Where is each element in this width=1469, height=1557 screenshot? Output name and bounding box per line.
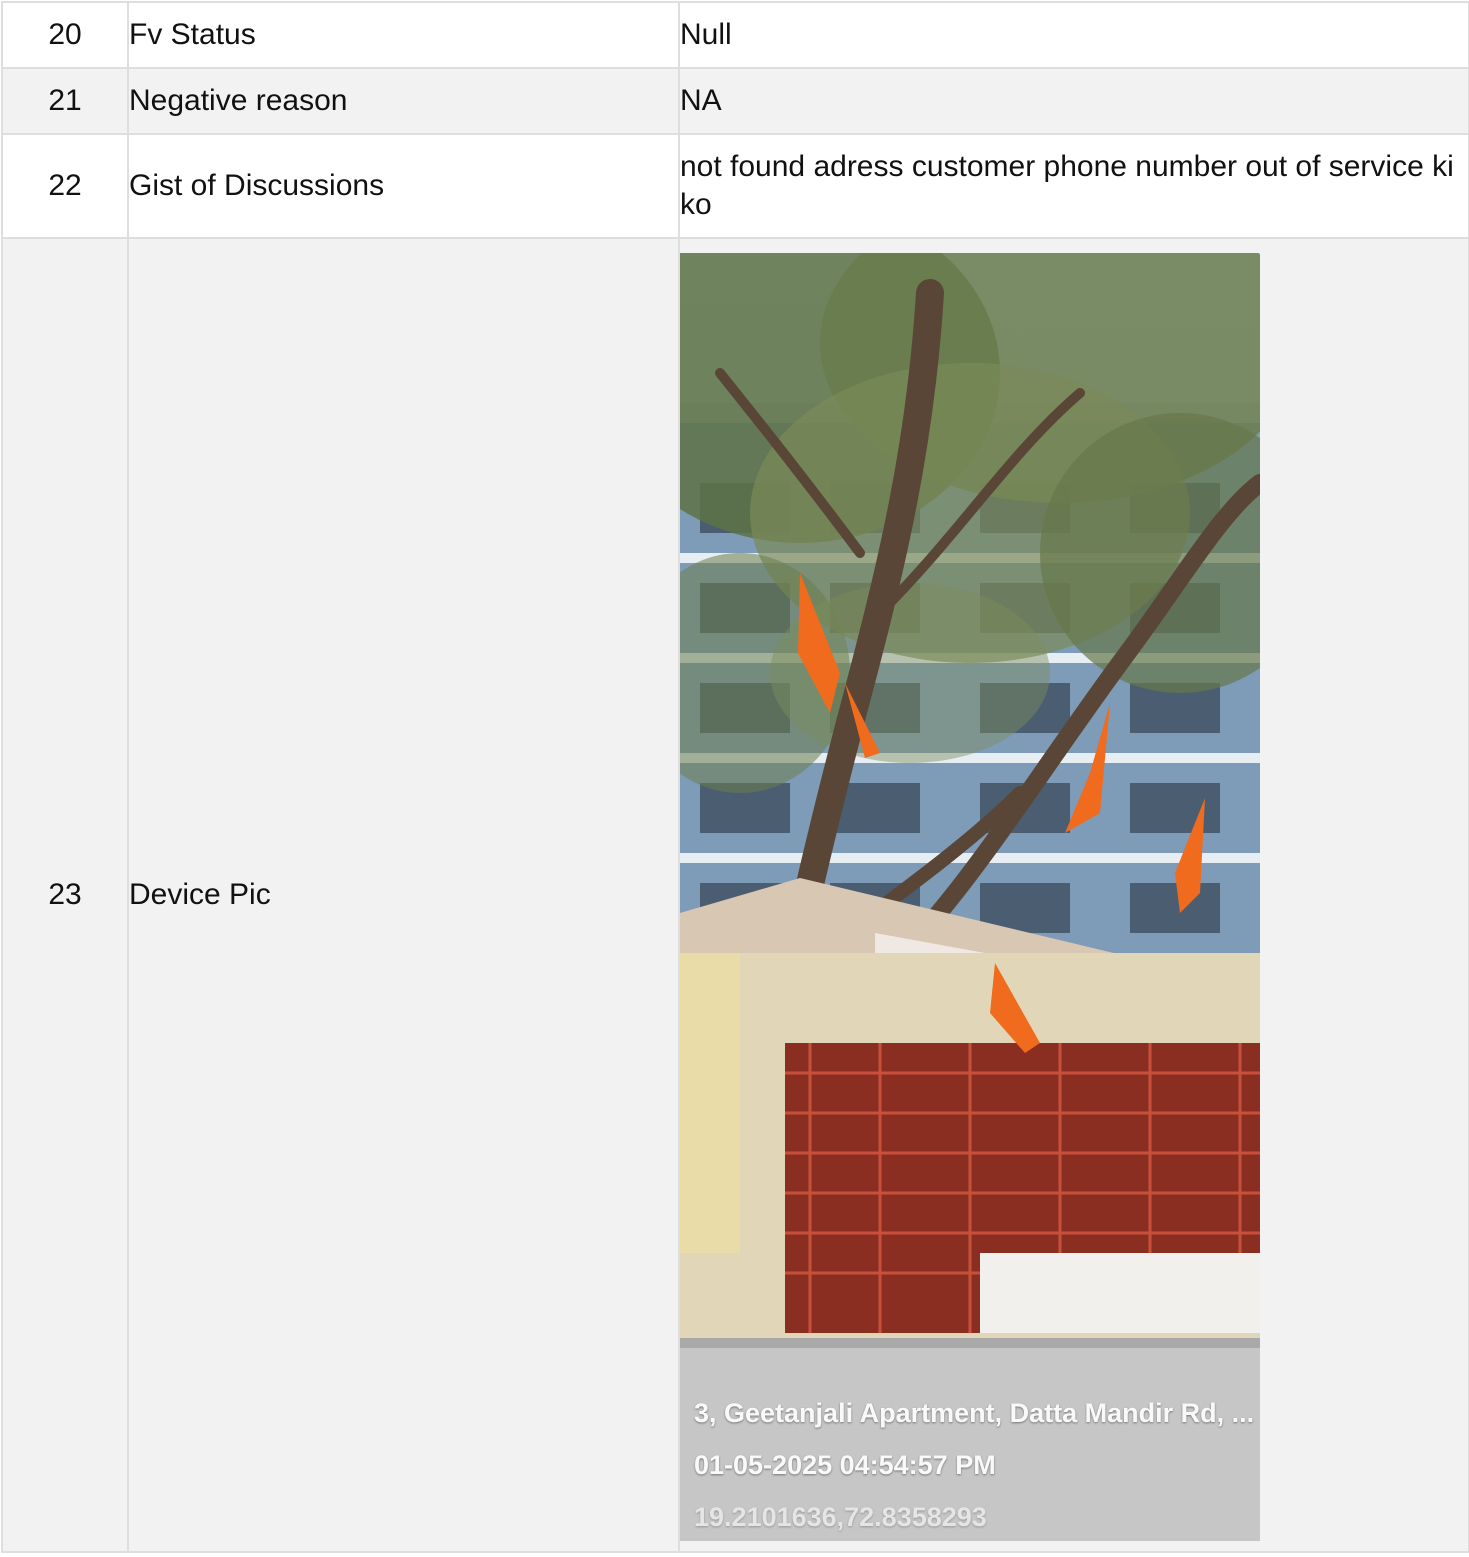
table-row: 20 Fv Status Null — [1, 1, 1469, 69]
table-row: 22 Gist of Discussions not found adress … — [1, 133, 1469, 239]
row-number: 23 — [1, 237, 129, 1553]
row-number: 22 — [1, 133, 129, 239]
table-row: 23 Device Pic 3, Geetanjali Apartment, D… — [1, 237, 1469, 1553]
device-photo[interactable]: 3, Geetanjali Apartment, Datta Mandir Rd… — [680, 253, 1260, 1541]
photo-scene — [680, 253, 1260, 1541]
photo-stamp-coordinates: 19.2101636,72.8358293 — [694, 1502, 987, 1532]
row-label: Fv Status — [127, 1, 680, 69]
row-value: Null — [678, 1, 1469, 69]
photo-stamp-address: 3, Geetanjali Apartment, Datta Mandir Rd… — [694, 1398, 1255, 1428]
row-value: not found adress customer phone number o… — [678, 133, 1469, 239]
device-pic-cell: 3, Geetanjali Apartment, Datta Mandir Rd… — [678, 237, 1469, 1553]
row-label: Device Pic — [127, 237, 680, 1553]
row-number: 21 — [1, 67, 129, 135]
row-label: Negative reason — [127, 67, 680, 135]
row-number: 20 — [1, 1, 129, 69]
row-value: NA — [678, 67, 1469, 135]
row-label: Gist of Discussions — [127, 133, 680, 239]
field-verification-table: 20 Fv Status Null 21 Negative reason NA … — [1, 1, 1469, 1553]
photo-stamp-datetime: 01-05-2025 04:54:57 PM — [694, 1450, 996, 1480]
table-row: 21 Negative reason NA — [1, 67, 1469, 135]
